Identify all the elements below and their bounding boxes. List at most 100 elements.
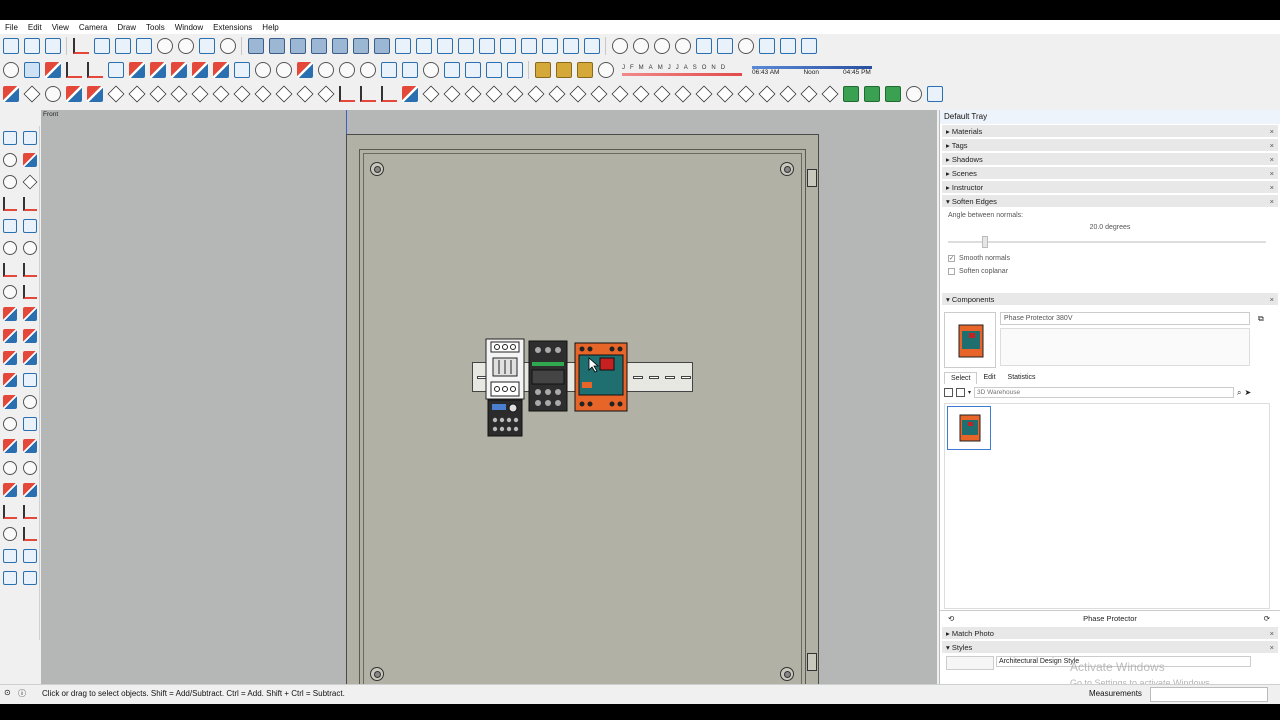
bottom-view-icon[interactable] [373, 38, 390, 54]
arc-left-icon[interactable] [3, 263, 17, 277]
cylinder-icon[interactable] [296, 85, 313, 103]
knife-icon[interactable] [590, 85, 607, 103]
lattice-icon[interactable] [737, 85, 754, 103]
pie-icon[interactable] [23, 285, 37, 299]
offset-left-icon[interactable] [23, 351, 37, 365]
front-view-icon[interactable] [289, 38, 306, 54]
soften-tool-icon[interactable] [905, 86, 922, 102]
component-icon[interactable] [534, 62, 551, 78]
protractor-icon[interactable] [23, 373, 37, 387]
tag-icon[interactable] [3, 175, 17, 189]
tray-section-instructor[interactable]: ▸ Instructor × [942, 181, 1278, 194]
mirror-icon[interactable] [443, 85, 460, 103]
round-corner-icon[interactable] [506, 85, 523, 103]
menu-edit[interactable]: Edit [23, 23, 47, 32]
tab-statistics[interactable]: Statistics [1002, 372, 1042, 384]
section-display-icon[interactable] [632, 38, 649, 54]
select-tool-icon[interactable] [23, 62, 40, 78]
section-cuts-icon[interactable] [653, 38, 670, 54]
back-view-icon[interactable] [331, 38, 348, 54]
sphere-icon[interactable] [275, 85, 292, 103]
fog-icon[interactable] [464, 62, 481, 78]
tray-section-scenes[interactable]: ▸ Scenes × [942, 167, 1278, 180]
contactor-white[interactable] [485, 338, 525, 438]
search-icon[interactable] [2, 62, 19, 78]
bezier-icon[interactable] [65, 86, 82, 102]
parallel-icon[interactable] [541, 38, 558, 54]
flip-icon[interactable] [611, 85, 628, 103]
back-edges-icon[interactable] [415, 38, 432, 54]
model-viewport[interactable]: Front [41, 110, 937, 684]
fredo-scale-icon[interactable] [800, 85, 817, 103]
grid-icon[interactable] [716, 85, 733, 103]
search-go-icon[interactable]: ⌕ [1237, 388, 1241, 398]
xray-icon[interactable] [394, 38, 411, 54]
eraser-left-icon[interactable] [23, 153, 37, 167]
zoom-icon[interactable] [317, 62, 334, 78]
orbit-left-icon[interactable] [3, 439, 17, 453]
loft-icon[interactable] [212, 85, 229, 103]
pan-left-icon[interactable] [23, 439, 37, 453]
tools-on-surface-icon[interactable] [779, 85, 796, 103]
sweep-icon[interactable] [233, 85, 250, 103]
two-point-arc-icon[interactable] [23, 263, 37, 277]
smoove-icon[interactable] [3, 571, 17, 585]
polyline-icon[interactable] [338, 86, 355, 102]
offset-icon[interactable] [233, 62, 250, 78]
tape-left-icon[interactable] [3, 395, 17, 409]
shadow-toggle-icon[interactable] [597, 62, 614, 78]
extrude-icon[interactable] [149, 85, 166, 103]
circle-icon[interactable] [3, 241, 17, 255]
sandbox-icon[interactable] [3, 549, 17, 563]
move-left-icon[interactable] [3, 307, 17, 321]
shaded-textures-icon[interactable] [499, 38, 516, 54]
zoom-extents-left-icon[interactable] [3, 483, 17, 497]
time-slider[interactable] [752, 66, 872, 69]
fillet-icon[interactable] [170, 85, 187, 103]
solid-icon[interactable] [576, 62, 593, 78]
paste-icon[interactable] [114, 38, 131, 54]
menu-window[interactable]: Window [170, 23, 208, 32]
previous-view-icon[interactable] [359, 62, 376, 78]
scale-left-icon[interactable] [3, 351, 17, 365]
lasso-icon[interactable] [23, 131, 37, 145]
edge-style-icon[interactable] [485, 62, 502, 78]
photo-icon[interactable] [779, 38, 796, 54]
sandbox-scratch-icon[interactable] [23, 549, 37, 563]
follow-me-left-icon[interactable] [23, 329, 37, 343]
dimension-left-icon[interactable] [23, 395, 37, 409]
phase-protector-relay[interactable] [574, 342, 628, 412]
menu-view[interactable]: View [47, 23, 74, 32]
axes-left-icon[interactable] [3, 373, 17, 387]
distribute-icon[interactable] [653, 85, 670, 103]
lock-icon[interactable] [800, 38, 817, 54]
dimension-icon[interactable] [23, 85, 40, 103]
green-tool-3-icon[interactable] [884, 86, 901, 102]
freehand-left-icon[interactable] [23, 197, 37, 211]
open-file-icon[interactable] [23, 38, 40, 54]
section-plane-left-icon[interactable] [23, 527, 37, 541]
redo-icon[interactable] [177, 38, 194, 54]
perspective-icon[interactable] [520, 38, 537, 54]
subdivide-icon[interactable] [527, 85, 544, 103]
text-icon[interactable] [3, 417, 17, 431]
iso-view-icon[interactable] [247, 38, 264, 54]
model-info-icon[interactable] [219, 38, 236, 54]
look-around-icon[interactable] [401, 62, 418, 78]
component-thumbnail[interactable] [947, 406, 991, 450]
walk-left-icon[interactable] [23, 505, 37, 519]
tray-section-components[interactable]: ▾ Components × [942, 293, 1278, 306]
face-style-icon[interactable] [506, 62, 523, 78]
enclosure-door[interactable] [359, 149, 806, 684]
look-around-left-icon[interactable] [3, 527, 17, 541]
menu-draw[interactable]: Draw [112, 23, 141, 32]
shell-icon[interactable] [254, 85, 271, 103]
angle-slider-thumb[interactable] [982, 236, 988, 248]
joint-push-pull-icon[interactable] [485, 85, 502, 103]
rectangle-left-icon[interactable] [3, 219, 17, 233]
walk-icon[interactable] [380, 62, 397, 78]
extend-icon[interactable] [401, 86, 418, 102]
component-details-icon[interactable]: ⧉ [1258, 314, 1264, 324]
tray-section-soften-edges[interactable]: ▾ Soften Edges × [942, 195, 1278, 208]
curviloft-icon[interactable] [758, 85, 775, 103]
